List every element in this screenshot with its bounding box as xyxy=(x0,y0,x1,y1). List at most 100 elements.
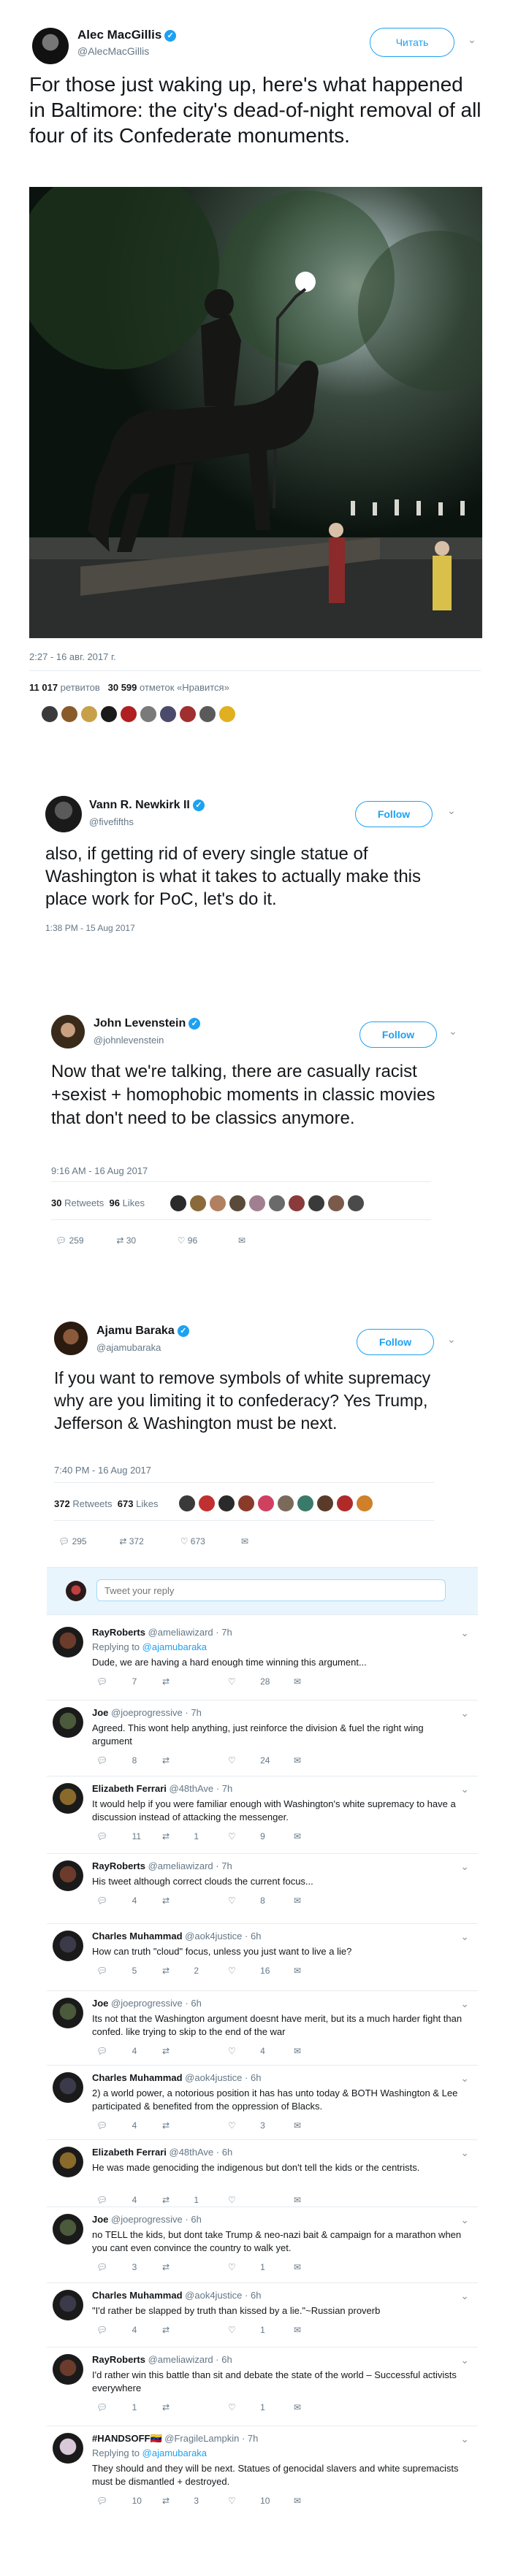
message-button[interactable]: ✉ xyxy=(294,2325,323,2335)
reply-button[interactable]: 💬︎ 4 xyxy=(96,2046,140,2056)
reply-author-name[interactable]: Elizabeth Ferrari xyxy=(92,1783,167,1794)
avatar[interactable] xyxy=(45,796,82,832)
avatar[interactable] xyxy=(53,2354,83,2385)
avatar[interactable] xyxy=(308,1195,325,1212)
message-button[interactable]: ✉ xyxy=(294,1831,323,1841)
reply-button[interactable]: 💬︎ 4 xyxy=(96,2195,140,2205)
avatar[interactable] xyxy=(268,1195,286,1212)
chevron-down-icon[interactable]: ⌄ xyxy=(460,2354,469,2366)
retweet-button[interactable]: ⇄ xyxy=(162,1755,206,1766)
reply-button[interactable]: 💬︎ 259 xyxy=(56,1235,114,1246)
reply-author-name[interactable]: Charles Muhammad xyxy=(92,2072,183,2083)
reply-author-name[interactable]: Joe xyxy=(92,1998,108,2009)
avatar[interactable] xyxy=(179,705,197,723)
like-button[interactable]: ♡ 1 xyxy=(228,2402,272,2412)
retweet-label[interactable]: Retweets xyxy=(72,1498,112,1509)
reply-author-name[interactable]: Charles Muhammad xyxy=(92,2290,183,2301)
avatar[interactable] xyxy=(218,1495,235,1512)
author-name[interactable]: Ajamu Baraka ✓ xyxy=(96,1325,189,1338)
avatar[interactable] xyxy=(336,1495,354,1512)
avatar[interactable] xyxy=(140,705,157,723)
retweet-button[interactable]: ⇄ xyxy=(162,2120,206,2131)
avatar[interactable] xyxy=(159,705,177,723)
reply-author-name[interactable]: Charles Muhammad xyxy=(92,1931,183,1941)
author-handle[interactable]: @AlecMacGillis xyxy=(77,45,149,57)
chevron-down-icon[interactable]: ⌄ xyxy=(447,805,456,817)
avatar[interactable] xyxy=(41,705,58,723)
chevron-down-icon[interactable]: ⌄ xyxy=(460,2072,469,2085)
reply-time[interactable]: 6h xyxy=(222,2147,232,2158)
avatar[interactable] xyxy=(53,2290,83,2320)
chevron-down-icon[interactable]: ⌄ xyxy=(460,2214,469,2226)
reply-button[interactable]: 💬︎ 3 xyxy=(96,2262,140,2272)
author-name-text[interactable]: Alec MacGillis xyxy=(77,28,161,42)
retweet-button[interactable]: ⇄ xyxy=(162,1676,206,1687)
avatar[interactable] xyxy=(237,1495,255,1512)
retweet-button[interactable]: ⇄ 372 xyxy=(119,1536,178,1546)
author-handle[interactable]: @ajamubaraka xyxy=(96,1342,161,1353)
chevron-down-icon[interactable]: ⌄ xyxy=(449,1025,457,1038)
avatar[interactable] xyxy=(347,1195,365,1212)
avatar[interactable] xyxy=(53,2072,83,2103)
like-button[interactable]: ♡ 16 xyxy=(228,1966,272,1976)
message-button[interactable]: ✉ xyxy=(241,1536,248,1546)
reply-author-handle[interactable]: @joeprogressive xyxy=(111,2214,183,2225)
reply-author-handle[interactable]: @aok4justice xyxy=(185,2072,242,2083)
author-handle[interactable]: @fivefifths xyxy=(89,816,134,827)
retweet-button[interactable]: ⇄ 3 xyxy=(162,2496,206,2506)
like-button[interactable]: ♡ 8 xyxy=(228,1895,272,1906)
avatar[interactable] xyxy=(209,1195,227,1212)
reply-author-name[interactable]: Joe xyxy=(92,1707,108,1718)
like-count[interactable]: 673 xyxy=(118,1498,134,1509)
reply-button[interactable]: 💬︎ 5 xyxy=(96,1966,140,1976)
retweet-button[interactable]: ⇄ xyxy=(162,2046,206,2056)
avatar[interactable] xyxy=(257,1495,275,1512)
retweet-button[interactable]: ⇄ xyxy=(162,2325,206,2335)
chevron-down-icon[interactable]: ⌄ xyxy=(460,1627,469,1639)
like-button[interactable]: ♡ 24 xyxy=(228,1755,272,1766)
avatar[interactable] xyxy=(288,1195,305,1212)
like-label[interactable]: отметок «Нравится» xyxy=(140,682,229,693)
like-button[interactable]: ♡ 4 xyxy=(228,2046,272,2056)
reply-time[interactable]: 6h xyxy=(251,2072,261,2083)
avatar[interactable] xyxy=(198,1495,216,1512)
author-name[interactable]: John Levenstein ✓ xyxy=(94,1017,201,1030)
reply-author-handle[interactable]: @48thAve xyxy=(170,2147,214,2158)
chevron-down-icon[interactable]: ⌄ xyxy=(460,2147,469,2159)
like-button[interactable]: ♡ 28 xyxy=(228,1676,272,1687)
message-button[interactable]: ✉ xyxy=(294,2496,323,2506)
chevron-down-icon[interactable]: ⌄ xyxy=(460,1931,469,1943)
retweet-count[interactable]: 372 xyxy=(54,1498,70,1509)
reply-author-handle[interactable]: @ameliawizard xyxy=(148,1860,213,1871)
message-button[interactable]: ✉ xyxy=(294,1676,323,1687)
reply-author-name[interactable]: #HANDSOFF🇻🇪 xyxy=(92,2433,162,2444)
chevron-down-icon[interactable]: ⌄ xyxy=(468,34,476,46)
retweet-button[interactable]: ⇄ xyxy=(162,1895,206,1906)
reply-button[interactable]: 💬︎ 4 xyxy=(96,2120,140,2131)
reply-author-handle[interactable]: @aok4justice xyxy=(185,2290,242,2301)
like-button[interactable]: ♡ xyxy=(228,2195,272,2205)
avatar[interactable] xyxy=(61,705,78,723)
avatar[interactable] xyxy=(199,705,216,723)
chevron-down-icon[interactable]: ⌄ xyxy=(460,1998,469,2010)
avatar[interactable] xyxy=(80,705,98,723)
avatar[interactable] xyxy=(277,1495,294,1512)
avatar[interactable] xyxy=(178,1495,196,1512)
reply-author-handle[interactable]: @ameliawizard xyxy=(148,2354,213,2365)
follow-button[interactable]: Follow xyxy=(355,801,433,827)
reply-author-handle[interactable]: @joeprogressive xyxy=(111,1998,183,2009)
author-handle[interactable]: @johnlevenstein xyxy=(94,1035,164,1046)
retweet-button[interactable]: ⇄ 2 xyxy=(162,1966,206,1976)
follow-button[interactable]: Читать xyxy=(370,28,454,57)
like-button[interactable]: ♡ 673 xyxy=(180,1536,239,1546)
avatar[interactable] xyxy=(100,705,118,723)
reply-button[interactable]: 💬︎ 4 xyxy=(96,1895,140,1906)
like-button[interactable]: ♡ 9 xyxy=(228,1831,272,1841)
avatar[interactable] xyxy=(327,1195,345,1212)
avatar[interactable] xyxy=(53,1998,83,2028)
message-button[interactable]: ✉ xyxy=(294,1966,323,1976)
avatar[interactable] xyxy=(248,1195,266,1212)
like-button[interactable]: ♡ 96 xyxy=(178,1235,236,1246)
reply-author-handle[interactable]: @48thAve xyxy=(170,1783,214,1794)
tweet-timestamp[interactable]: 1:38 PM - 15 Aug 2017 xyxy=(45,923,135,933)
